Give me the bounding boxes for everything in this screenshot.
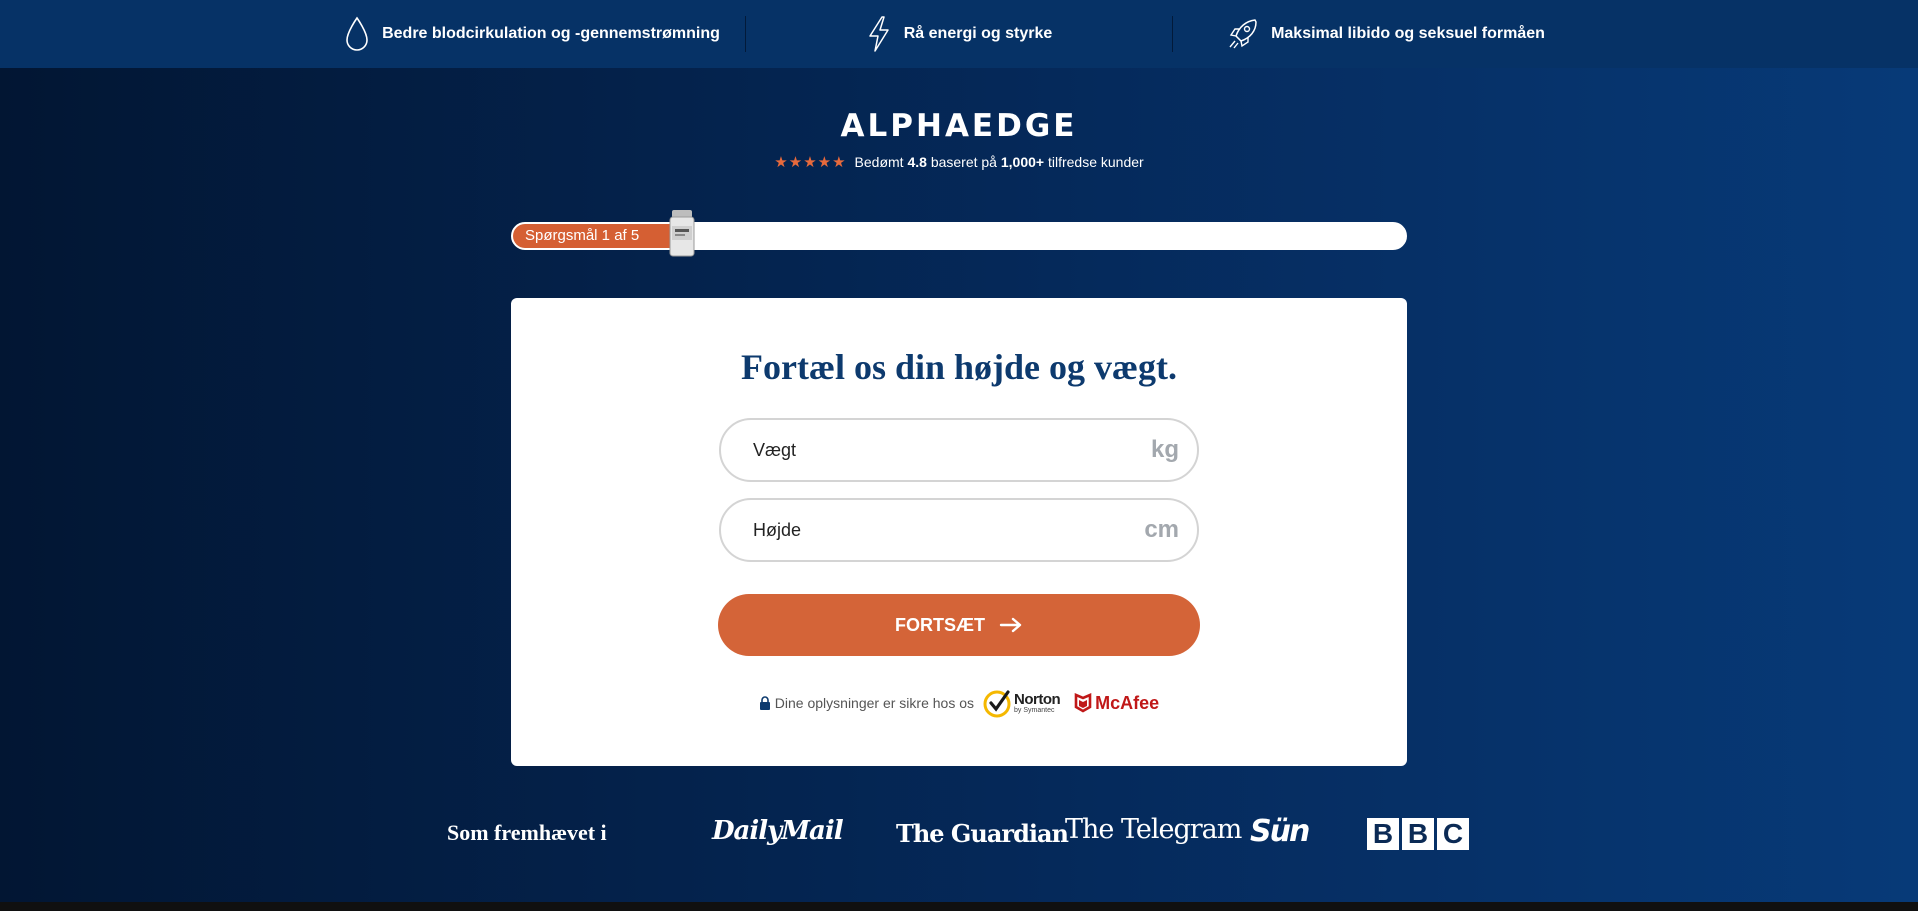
footer-strip [0, 902, 1918, 911]
benefits-bar: Bedre blodcirkulation og -gennemstrømnin… [0, 0, 1918, 68]
height-field[interactable]: cm [719, 498, 1199, 562]
continue-label: FORTSÆT [895, 614, 985, 635]
secure-text: Dine oplysninger er sikre hos os [774, 695, 975, 711]
supplement-bottle-icon [669, 210, 695, 257]
benefit-text: Maksimal libido og seksuel formåen [1271, 25, 1545, 42]
security-notice: Dine oplysninger er sikre hos os Norton … [511, 688, 1407, 718]
benefit-energy: Rå energi og styrke [746, 0, 1172, 68]
featured-label: Som fremhævet i [447, 820, 607, 845]
quiz-progress-bar: Spørgsmål 1 af 5 [511, 210, 1407, 257]
bbc-letter: B [1402, 818, 1434, 850]
norton-sub: by Symantec [1014, 707, 1055, 714]
lock-icon [759, 696, 771, 710]
press-logo-sun: Sün [1250, 814, 1310, 849]
droplet-icon [344, 16, 370, 52]
star-icon: ★ [817, 153, 832, 171]
rating: ★ ★ ★ ★ ★ Bedømt 4.8 baseret på 1,000+ t… [0, 154, 1918, 170]
bbc-letter: C [1437, 818, 1469, 850]
mcafee-badge: McAfee [1074, 693, 1159, 714]
weight-field[interactable]: kg [719, 418, 1199, 482]
rating-score: 4.8 [907, 154, 927, 170]
star-icon: ★ [774, 153, 788, 171]
press-logo-telegram: The Telegram [1065, 814, 1242, 845]
norton-badge: Norton by Symantec [982, 688, 1061, 718]
arrow-right-icon [999, 617, 1023, 633]
norton-name: Norton [1014, 691, 1061, 708]
star-icon: ★ [788, 153, 803, 171]
height-unit: cm [1144, 516, 1179, 543]
rating-count: 1,000+ [1000, 154, 1045, 170]
height-input[interactable] [753, 519, 1083, 541]
mcafee-name: McAfee [1095, 692, 1160, 713]
press-logo-dailymail: DailyMail [712, 816, 844, 846]
press-logo-guardian: The Guardian [896, 819, 1069, 848]
star-icon: ★ [803, 153, 817, 171]
rating-suffix: tilfredse kunder [1047, 154, 1144, 170]
benefit-text: Rå energi og styrke [903, 25, 1053, 42]
weight-input[interactable] [753, 439, 1083, 461]
benefit-blood-flow: Bedre blodcirkulation og -gennemstrømnin… [319, 0, 745, 68]
brand-logo[interactable]: ALPHAEDGE [0, 108, 1918, 144]
rating-stars: ★ ★ ★ ★ ★ [774, 155, 846, 170]
question-title: Fortæl os din højde og vægt. [740, 347, 1177, 387]
lightning-icon [866, 15, 892, 53]
mcafee-shield-icon [1074, 693, 1092, 713]
progress-fill: Spørgsmål 1 af 5 [513, 224, 692, 248]
continue-button[interactable]: FORTSÆT [718, 594, 1200, 656]
rating-middle: baseret på [930, 154, 997, 170]
rating-prefix: Bedømt [854, 154, 904, 170]
rocket-icon [1227, 17, 1259, 51]
weight-unit: kg [1150, 436, 1179, 463]
quiz-card: Fortæl os din højde og vægt. kg cm FORTS… [511, 298, 1407, 766]
benefit-text: Bedre blodcirkulation og -gennemstrømnin… [382, 25, 720, 42]
norton-check-icon [983, 690, 1011, 718]
press-logo-bbc: B B C [1367, 818, 1472, 850]
bbc-letter: B [1367, 818, 1399, 850]
benefit-libido: Maksimal libido og seksuel formåen [1173, 0, 1599, 68]
star-icon: ★ [832, 153, 846, 171]
